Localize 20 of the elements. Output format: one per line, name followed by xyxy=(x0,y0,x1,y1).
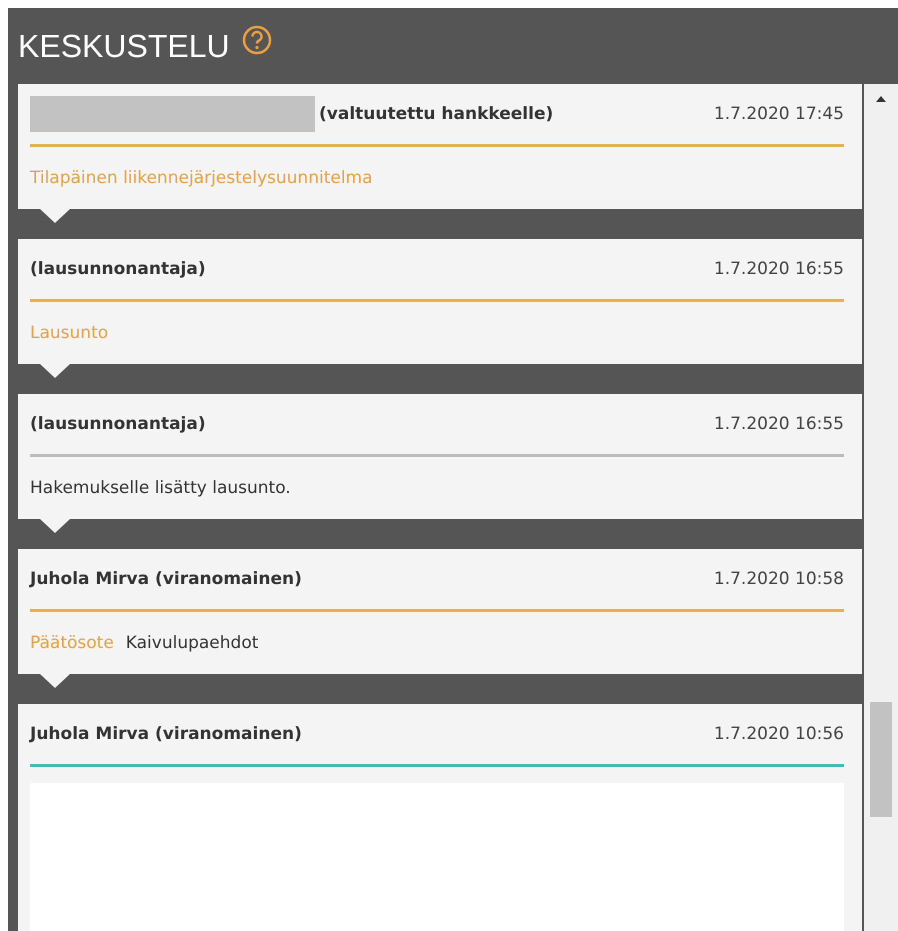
message-author: Juhola Mirva (viranomainen) xyxy=(30,569,302,589)
message-author: Juhola Mirva (viranomainen) xyxy=(30,724,302,744)
attachment-link[interactable]: Päätösote xyxy=(30,633,114,653)
scroll-up-icon[interactable] xyxy=(876,96,886,102)
message-text: Kaivulupaehdot xyxy=(126,633,258,653)
message-text: Hakemukselle lisätty lausunto. xyxy=(30,478,291,498)
message-author: (lausunnonantaja) xyxy=(30,259,206,279)
scrollbar-thumb[interactable] xyxy=(870,702,892,817)
message-time: 1.7.2020 16:55 xyxy=(714,414,844,434)
message-time: 1.7.2020 10:58 xyxy=(714,569,844,589)
attachment-link[interactable]: Lausunto xyxy=(30,323,108,343)
help-icon[interactable] xyxy=(242,25,272,55)
message-time: 1.7.2020 10:56 xyxy=(714,724,844,744)
message-author: (lausunnonantaja) xyxy=(30,414,206,434)
scrollbar[interactable] xyxy=(864,84,898,931)
message-author: (valtuutettu hankkeelle) xyxy=(319,104,554,124)
attachment-link[interactable]: Tilapäinen liikennejärjestelysuunnitelma xyxy=(30,168,373,188)
panel-title: KESKUSTELU xyxy=(18,28,230,64)
message-time: 1.7.2020 17:45 xyxy=(714,104,844,124)
message-time: 1.7.2020 16:55 xyxy=(714,259,844,279)
